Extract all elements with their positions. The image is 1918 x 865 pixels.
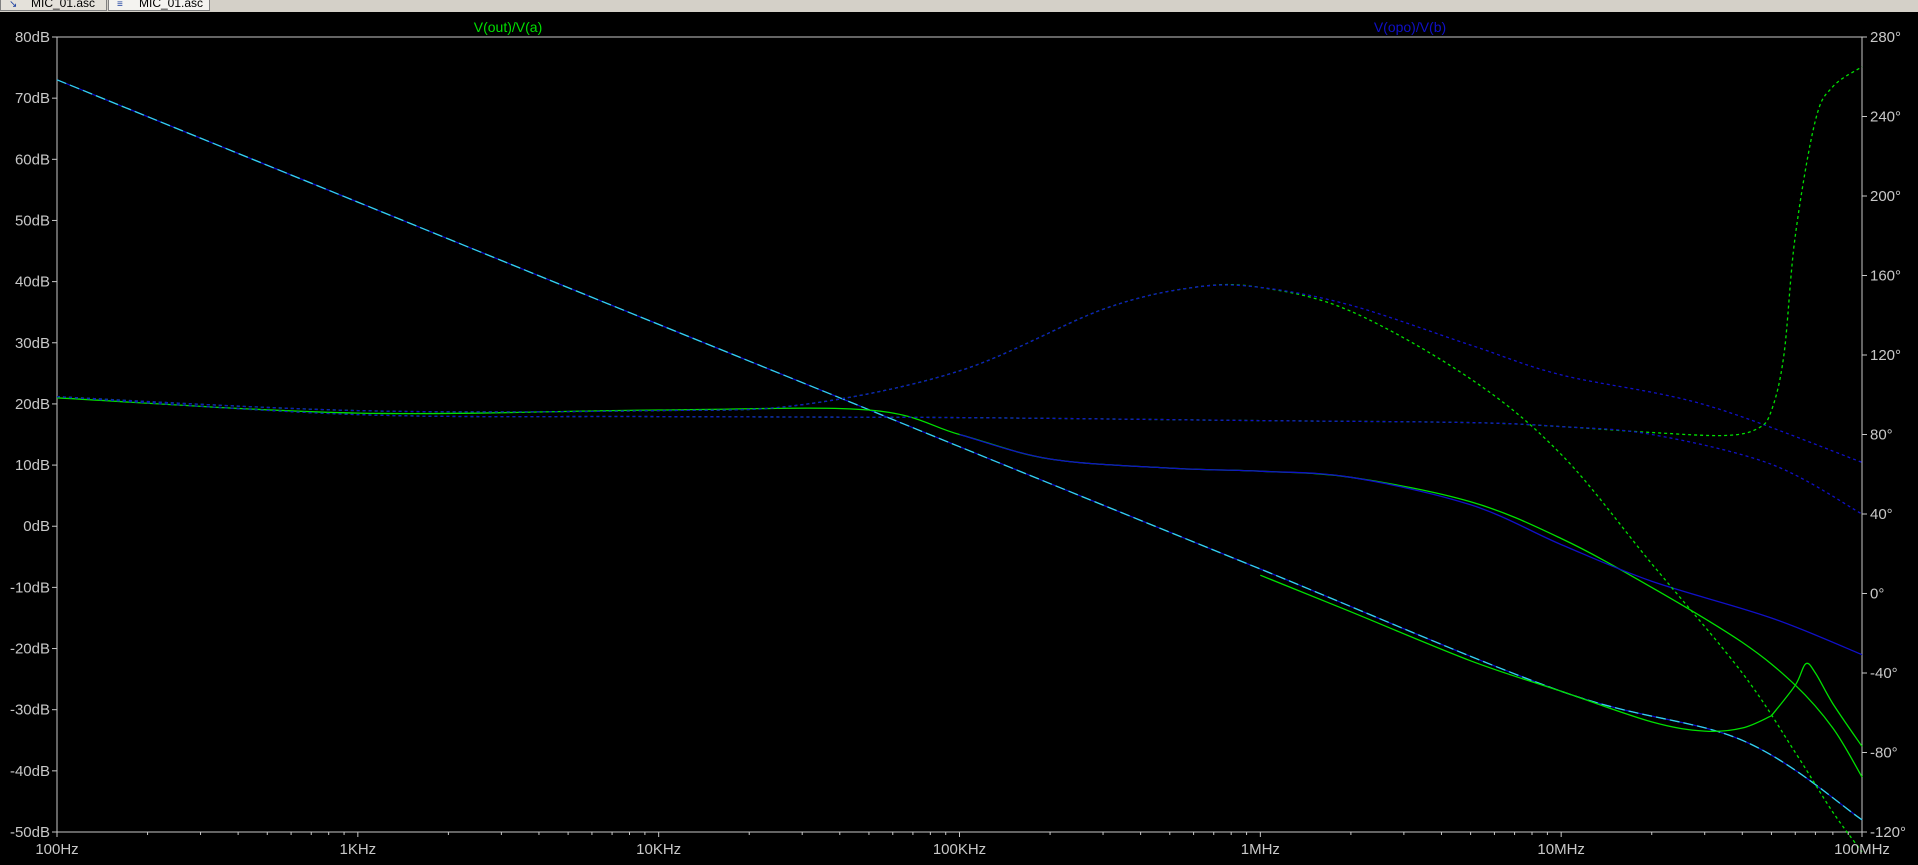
y-left-tick-label: 0dB (23, 518, 50, 535)
document-tab-bar: ↘ MIC_01.asc ≡ MIC_01.asc (0, 0, 1918, 12)
y-left-tick-label: 80dB (15, 29, 50, 46)
y-left-tick-label: -10dB (10, 579, 50, 596)
x-tick-label: 10KHz (636, 841, 681, 858)
y-right-tick-label: 80° (1870, 427, 1893, 444)
y-right-tick-label: 280° (1870, 29, 1901, 46)
legend-v-out[interactable]: V(out)/V(a) (474, 19, 542, 35)
x-tick-label: 100MHz (1834, 841, 1890, 858)
y-left-tick-label: -20dB (10, 641, 50, 658)
y-left-tick-label: -40dB (10, 763, 50, 780)
schematic-icon: ↘ (9, 0, 18, 10)
y-left-tick-label: 60dB (15, 151, 50, 168)
legend-v-opo[interactable]: V(opo)/V(b) (1374, 19, 1446, 35)
bode-plot[interactable]: 80dB 70dB 60dB 50dB 40dB 30dB 20dB 10dB 0dB -10dB… (0, 12, 1918, 865)
y-right-tick-label: 40° (1870, 506, 1893, 523)
tab-label: MIC_01.asc (139, 0, 204, 10)
x-tick-label: 1MHz (1241, 841, 1280, 858)
tab-schematic[interactable]: ↘ MIC_01.asc (0, 0, 107, 11)
y-left-tick-label: 70dB (15, 90, 50, 107)
y-right-tick-label: -120° (1870, 824, 1906, 841)
y-right-tick-label: 240° (1870, 109, 1901, 126)
tab-label: MIC_01.asc (31, 0, 96, 10)
y-left-tick-label: 30dB (15, 335, 50, 352)
y-left-tick-label: 50dB (15, 212, 50, 229)
y-left-tick-label: 40dB (15, 274, 50, 291)
y-right-tick-label: 160° (1870, 268, 1901, 285)
y-left-tick-label: 10dB (15, 457, 50, 474)
x-tick-label: 1KHz (339, 841, 376, 858)
y-right-tick-label: -80° (1870, 745, 1898, 762)
x-tick-label: 100Hz (35, 841, 78, 858)
y-right-tick-label: 200° (1870, 188, 1901, 205)
y-left-tick-label: -30dB (10, 702, 50, 719)
x-tick-label: 10MHz (1537, 841, 1585, 858)
plot-background (0, 12, 1918, 865)
y-right-tick-label: 120° (1870, 347, 1901, 364)
y-right-tick-label: 0° (1870, 586, 1884, 603)
waveform-icon: ≡ (117, 0, 123, 10)
y-left-tick-label: -50dB (10, 824, 50, 841)
y-right-tick-label: -40° (1870, 665, 1898, 682)
x-tick-label: 100KHz (933, 841, 986, 858)
tab-waveform[interactable]: ≡ MIC_01.asc (108, 0, 210, 11)
y-left-tick-label: 20dB (15, 396, 50, 413)
